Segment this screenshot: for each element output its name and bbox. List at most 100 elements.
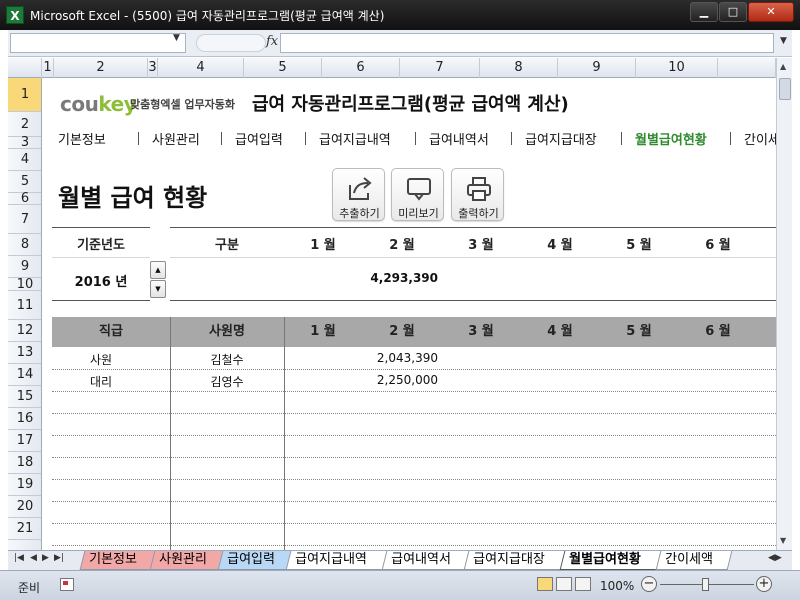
prev-sheet-icon[interactable]: ◀: [30, 553, 37, 563]
row-divider: [52, 435, 776, 436]
close-button[interactable]: ✕: [748, 2, 794, 22]
macro-record-icon[interactable]: [60, 578, 74, 591]
row-header-cell[interactable]: 21: [8, 518, 41, 540]
excel-app-icon[interactable]: X: [6, 6, 24, 24]
scroll-down-icon[interactable]: ▼: [780, 536, 786, 545]
row-divider: [52, 391, 776, 392]
title-bar: X Microsoft Excel - (5500) 급여 자동관리프로그램(평…: [0, 0, 800, 30]
minimize-button[interactable]: ▁: [690, 2, 718, 22]
sheet-tab[interactable]: 사원관리: [149, 551, 225, 570]
row-divider: [52, 479, 776, 480]
formula-divider: [196, 34, 266, 52]
row-divider: [52, 523, 776, 524]
column-header-cell[interactable]: 5: [244, 58, 322, 78]
chevron-down-icon[interactable]: ▼: [173, 33, 180, 43]
row-header-cell[interactable]: 1: [8, 78, 41, 112]
column-header-cell[interactable]: 1: [42, 58, 54, 78]
name-cell[interactable]: 김영수: [170, 373, 284, 390]
sheet-tab[interactable]: 월별급여현황: [559, 551, 663, 570]
formula-input[interactable]: [280, 33, 774, 53]
vertical-scrollbar[interactable]: ▲ ▼: [776, 58, 792, 550]
row-header-cell[interactable]: 3: [8, 136, 41, 149]
column-header-cell[interactable]: 2: [54, 58, 148, 78]
sheet-tab[interactable]: 기본정보: [79, 551, 157, 570]
select-all-corner[interactable]: [8, 58, 42, 78]
formula-bar: ▼ fx ▼: [8, 30, 792, 57]
scroll-up-icon[interactable]: ▲: [780, 62, 786, 71]
row-header-cell[interactable]: 7: [8, 205, 41, 234]
zoom-slider-thumb[interactable]: [702, 578, 709, 591]
row-header-cell[interactable]: 4: [8, 149, 41, 171]
row-header-cell[interactable]: 2: [8, 112, 41, 137]
sheet-tab[interactable]: 급여내역서: [381, 551, 471, 570]
row-header-cell[interactable]: 8: [8, 234, 41, 256]
row-divider: [52, 457, 776, 458]
row-header-cell[interactable]: 16: [8, 408, 41, 430]
row-header-cell[interactable]: 15: [8, 386, 41, 408]
tab-split-handle[interactable]: ◀▶: [768, 553, 788, 567]
row-header-cell[interactable]: 9: [8, 256, 41, 278]
column-header-cell[interactable]: 8: [480, 58, 558, 78]
row-header-cell[interactable]: 10: [8, 278, 41, 291]
sheet-tab-label: 급여입력: [227, 552, 275, 567]
row-header-cell[interactable]: 18: [8, 452, 41, 474]
column-header-cell[interactable]: [718, 58, 776, 78]
column-header-cell[interactable]: 4: [158, 58, 244, 78]
month-value-cell[interactable]: 2,250,000: [342, 373, 438, 387]
column-header-cell[interactable]: 7: [400, 58, 480, 78]
row-header: 1 2 3 4 5 6 7 8 9 10 11 12 13 14 15 16 17 18 19 20 21: [8, 78, 42, 550]
sheet-tab-label: 월별급여현황: [569, 552, 641, 567]
zoom-in-button[interactable]: +: [756, 576, 772, 592]
rank-cell[interactable]: 대리: [52, 373, 150, 390]
row-divider: [52, 369, 776, 370]
sheet-tab-label: 급여지급내역: [295, 552, 367, 567]
row-header-cell[interactable]: 13: [8, 342, 41, 364]
table-body: 사원 김철수 2,043,390 대리 김영수 2,250,000: [42, 78, 776, 550]
sheet-tabs-bar: |◀ ◀ ▶ ▶| 기본정보 사원관리 급여입력 급여지급내역 급여내역서 급여지급대장 월…: [8, 550, 792, 570]
chevron-down-icon[interactable]: ▼: [780, 36, 787, 46]
row-header-cell[interactable]: 17: [8, 430, 41, 452]
page-layout-view-button[interactable]: [556, 577, 572, 591]
row-header-cell[interactable]: 12: [8, 320, 41, 342]
first-sheet-icon[interactable]: |◀: [14, 553, 24, 563]
row-divider: [52, 413, 776, 414]
sheet-tab-label: 급여지급대장: [473, 552, 545, 567]
column-header-cell[interactable]: 9: [558, 58, 636, 78]
sheet-tab[interactable]: 급여지급대장: [463, 551, 567, 570]
column-header-cell[interactable]: 6: [322, 58, 400, 78]
page-break-view-button[interactable]: [575, 577, 591, 591]
status-text: 준비: [18, 581, 41, 595]
sheet-tab-label: 사원관리: [159, 552, 207, 567]
name-box[interactable]: [10, 33, 186, 53]
zoom-out-button[interactable]: −: [641, 576, 657, 592]
row-header-cell[interactable]: 5: [8, 171, 41, 193]
name-cell[interactable]: 김철수: [170, 351, 284, 368]
maximize-button[interactable]: □: [719, 2, 747, 22]
sheet-tab[interactable]: 간이세액: [655, 551, 733, 570]
row-header-cell[interactable]: 11: [8, 291, 41, 320]
worksheet: coukey 맞춤형엑셀 업무자동화 급여 자동관리프로그램(평균 급여액 계산…: [42, 78, 776, 550]
sheet-tab-label: 기본정보: [89, 552, 137, 567]
window-title: Microsoft Excel - (5500) 급여 자동관리프로그램(평균 …: [30, 9, 385, 23]
normal-view-button[interactable]: [537, 577, 553, 591]
row-header-cell[interactable]: 19: [8, 474, 41, 496]
insert-function-icon[interactable]: fx: [266, 34, 278, 49]
row-header-cell[interactable]: 20: [8, 496, 41, 518]
row-divider: [52, 545, 776, 546]
month-value-cell[interactable]: 2,043,390: [342, 351, 438, 365]
zoom-level[interactable]: 100%: [600, 579, 634, 593]
row-header-cell[interactable]: 14: [8, 364, 41, 386]
sheet-tab[interactable]: 급여입력: [217, 551, 293, 570]
column-header-cell[interactable]: 3: [148, 58, 158, 78]
scroll-thumb[interactable]: [779, 78, 791, 100]
status-bar: 준비 100% − +: [0, 570, 800, 600]
sheet-tab-label: 간이세액: [665, 552, 713, 567]
sheet-tab[interactable]: 급여지급내역: [285, 551, 389, 570]
sheet-tabs: 기본정보 사원관리 급여입력 급여지급내역 급여내역서 급여지급대장 월별급여현황 간이세액: [78, 551, 758, 571]
last-sheet-icon[interactable]: ▶|: [54, 553, 64, 563]
row-header-cell[interactable]: 6: [8, 192, 41, 205]
column-header: 1 2 3 4 5 6 7 8 9 10: [8, 58, 776, 78]
column-header-cell[interactable]: 10: [636, 58, 718, 78]
next-sheet-icon[interactable]: ▶: [42, 553, 49, 563]
rank-cell[interactable]: 사원: [52, 351, 150, 368]
